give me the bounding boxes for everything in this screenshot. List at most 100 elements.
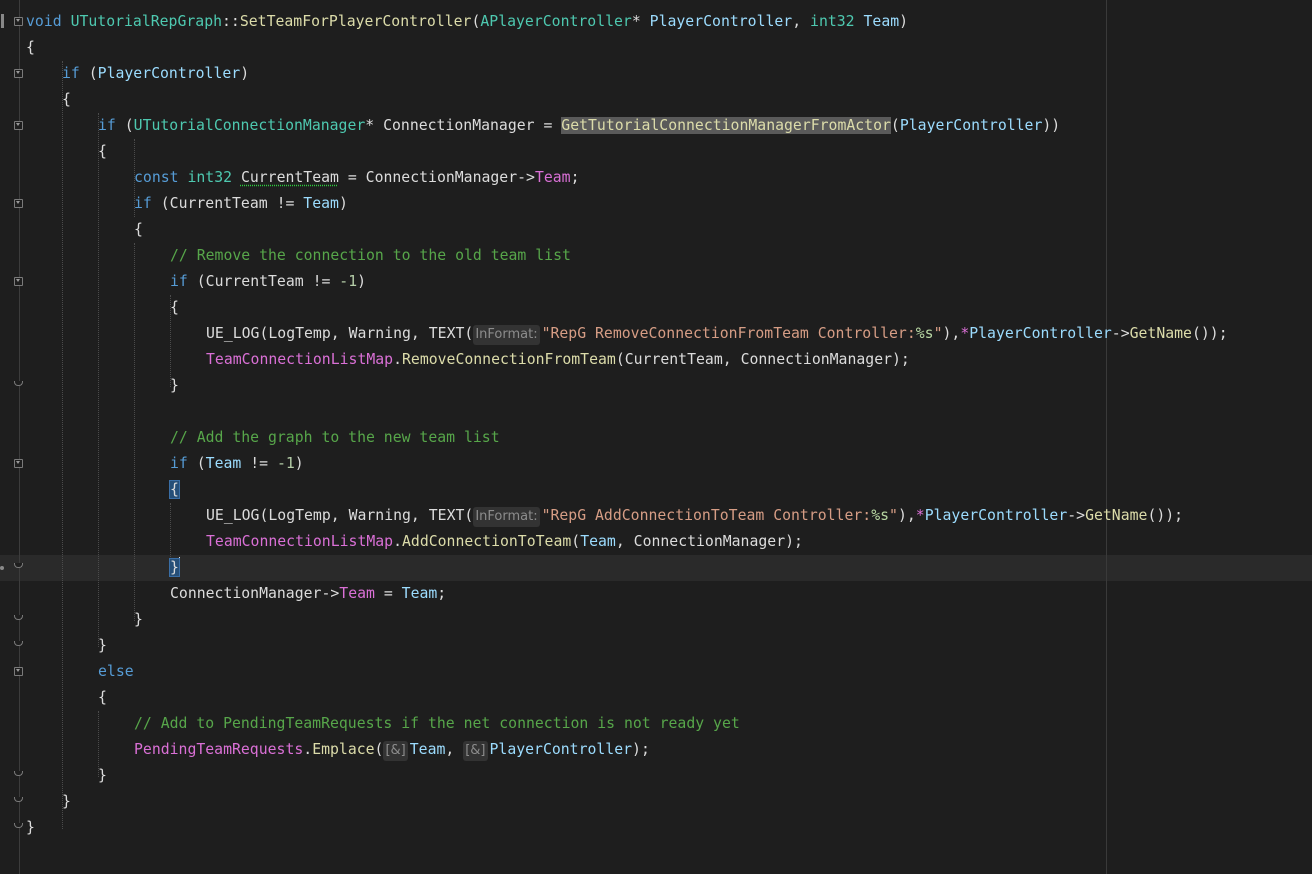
function-call: Emplace <box>312 741 375 758</box>
code-line[interactable]: UE_LOG(LogTemp, Warning, TEXT(InFormat: "… <box>206 321 1228 347</box>
code-line[interactable]: { <box>26 35 35 61</box>
param-type: int32 <box>810 13 855 30</box>
fold-toggle-icon[interactable] <box>14 667 23 676</box>
fold-toggle-icon[interactable] <box>14 459 23 468</box>
punctuation: , <box>792 13 811 30</box>
fold-toggle-icon[interactable] <box>14 199 23 208</box>
member: Team <box>339 585 375 602</box>
keyword: if <box>62 65 80 82</box>
brace: { <box>26 39 35 56</box>
operator: * <box>915 507 925 524</box>
keyword: else <box>98 663 134 680</box>
param-name: PlayerController <box>924 507 1068 524</box>
param-name: Team <box>580 533 616 550</box>
comment: // Add to PendingTeamRequests if the net… <box>134 715 740 732</box>
code-line[interactable]: if (UTutorialConnectionManager* Connecti… <box>98 113 1060 139</box>
param-name: PlayerController <box>649 13 793 30</box>
code-line[interactable]: if (CurrentTeam != Team) <box>134 191 348 217</box>
code-line[interactable]: { <box>98 685 107 711</box>
text-caret <box>178 557 180 575</box>
code-line[interactable]: { <box>169 477 180 503</box>
punctuation: , <box>410 507 429 524</box>
code-line[interactable]: TeamConnectionListMap.AddConnectionToTea… <box>206 529 803 555</box>
code-line[interactable]: } <box>26 815 35 841</box>
code-line[interactable]: // Add the graph to the new team list <box>170 425 500 451</box>
code-line[interactable]: TeamConnectionListMap.RemoveConnectionFr… <box>206 347 910 373</box>
fold-toggle-icon[interactable] <box>14 17 23 26</box>
code-line[interactable]: if (CurrentTeam != -1) <box>170 269 366 295</box>
param-name: Team <box>303 195 339 212</box>
punctuation: . <box>393 533 402 550</box>
punctuation: , <box>330 325 349 342</box>
code-line[interactable]: } <box>98 633 107 659</box>
code-line[interactable]: { <box>170 295 179 321</box>
punctuation: , <box>722 351 741 368</box>
code-line[interactable]: ConnectionManager->Team = Team; <box>170 581 446 607</box>
code-line[interactable]: PendingTeamRequests.Emplace([&] Team, [&]… <box>134 737 650 763</box>
variable: CurrentTeam <box>169 195 268 212</box>
param-name: PlayerController <box>899 117 1043 134</box>
matched-brace: } <box>169 558 180 577</box>
string-literal: " <box>889 507 898 524</box>
fold-toggle-icon[interactable] <box>14 69 23 78</box>
brace: { <box>134 221 143 238</box>
number-literal: -1 <box>276 455 295 472</box>
variable: ConnectionManager <box>365 169 518 186</box>
brace: { <box>62 91 71 108</box>
operator: -> <box>321 585 340 602</box>
class-name: UTutorialRepGraph <box>70 13 223 30</box>
inlay-reference-hint: [&] <box>383 741 408 761</box>
code-line[interactable]: UE_LOG(LogTemp, Warning, TEXT(InFormat: "… <box>206 503 1183 529</box>
code-line-current[interactable]: } <box>169 555 180 581</box>
code-line[interactable]: { <box>134 217 143 243</box>
macro: TEXT <box>428 325 465 342</box>
code-line[interactable]: else <box>98 659 134 685</box>
param-type: APlayerController <box>480 13 632 30</box>
operator: -> <box>1067 507 1086 524</box>
code-line[interactable]: // Remove the connection to the old team… <box>170 243 571 269</box>
fold-end-icon <box>14 823 23 828</box>
inlay-reference-hint: [&] <box>463 741 488 761</box>
keyword: if <box>98 117 116 134</box>
format-specifier: %s <box>871 507 890 524</box>
string-literal: "RepG RemoveConnectionFromTeam Controlle… <box>541 325 916 342</box>
code-line[interactable]: { <box>62 87 71 113</box>
code-line[interactable]: if (Team != -1) <box>170 451 304 477</box>
member: TeamConnectionListMap <box>206 351 394 368</box>
punctuation: , <box>615 533 634 550</box>
code-line[interactable]: } <box>170 373 179 399</box>
code-line[interactable]: } <box>62 789 71 815</box>
variable: ConnectionManager <box>633 533 786 550</box>
punctuation: ( <box>79 65 98 82</box>
identifier: Warning <box>348 507 411 524</box>
punctuation: ( <box>571 533 581 550</box>
punctuation: ) <box>357 273 367 290</box>
member: TeamConnectionListMap <box>206 533 394 550</box>
punctuation: , <box>410 325 429 342</box>
type-name: int32 <box>187 169 233 186</box>
fold-toggle-icon[interactable] <box>14 121 23 130</box>
function-call: AddConnectionToTeam <box>402 533 572 550</box>
function-call: GetName <box>1085 507 1148 524</box>
code-line[interactable]: { <box>98 139 107 165</box>
punctuation: ()); <box>1191 325 1228 342</box>
current-line-highlight <box>0 555 1312 581</box>
operator: = <box>374 585 402 602</box>
punctuation: ) <box>240 65 250 82</box>
string-literal: "RepG AddConnectionToTeam Controller: <box>541 507 872 524</box>
code-line[interactable]: // Add to PendingTeamRequests if the net… <box>134 711 740 737</box>
code-line[interactable]: const int32 CurrentTeam = ConnectionMana… <box>134 165 580 191</box>
fold-toggle-icon[interactable] <box>14 277 23 286</box>
operator: = <box>534 117 562 134</box>
code-line[interactable]: } <box>134 607 143 633</box>
code-line[interactable]: } <box>98 763 107 789</box>
code-line[interactable]: void UTutorialRepGraph::SetTeamForPlayer… <box>26 9 908 35</box>
code-editor[interactable]: void UTutorialRepGraph::SetTeamForPlayer… <box>0 0 1312 874</box>
punctuation: ; <box>437 585 447 602</box>
comment: // Add the graph to the new team list <box>170 429 500 446</box>
identifier: Warning <box>348 325 411 342</box>
identifier: LogTemp <box>268 507 331 524</box>
indent-guide <box>134 243 136 621</box>
code-line[interactable]: if (PlayerController) <box>62 61 249 87</box>
punctuation: ); <box>785 533 803 550</box>
